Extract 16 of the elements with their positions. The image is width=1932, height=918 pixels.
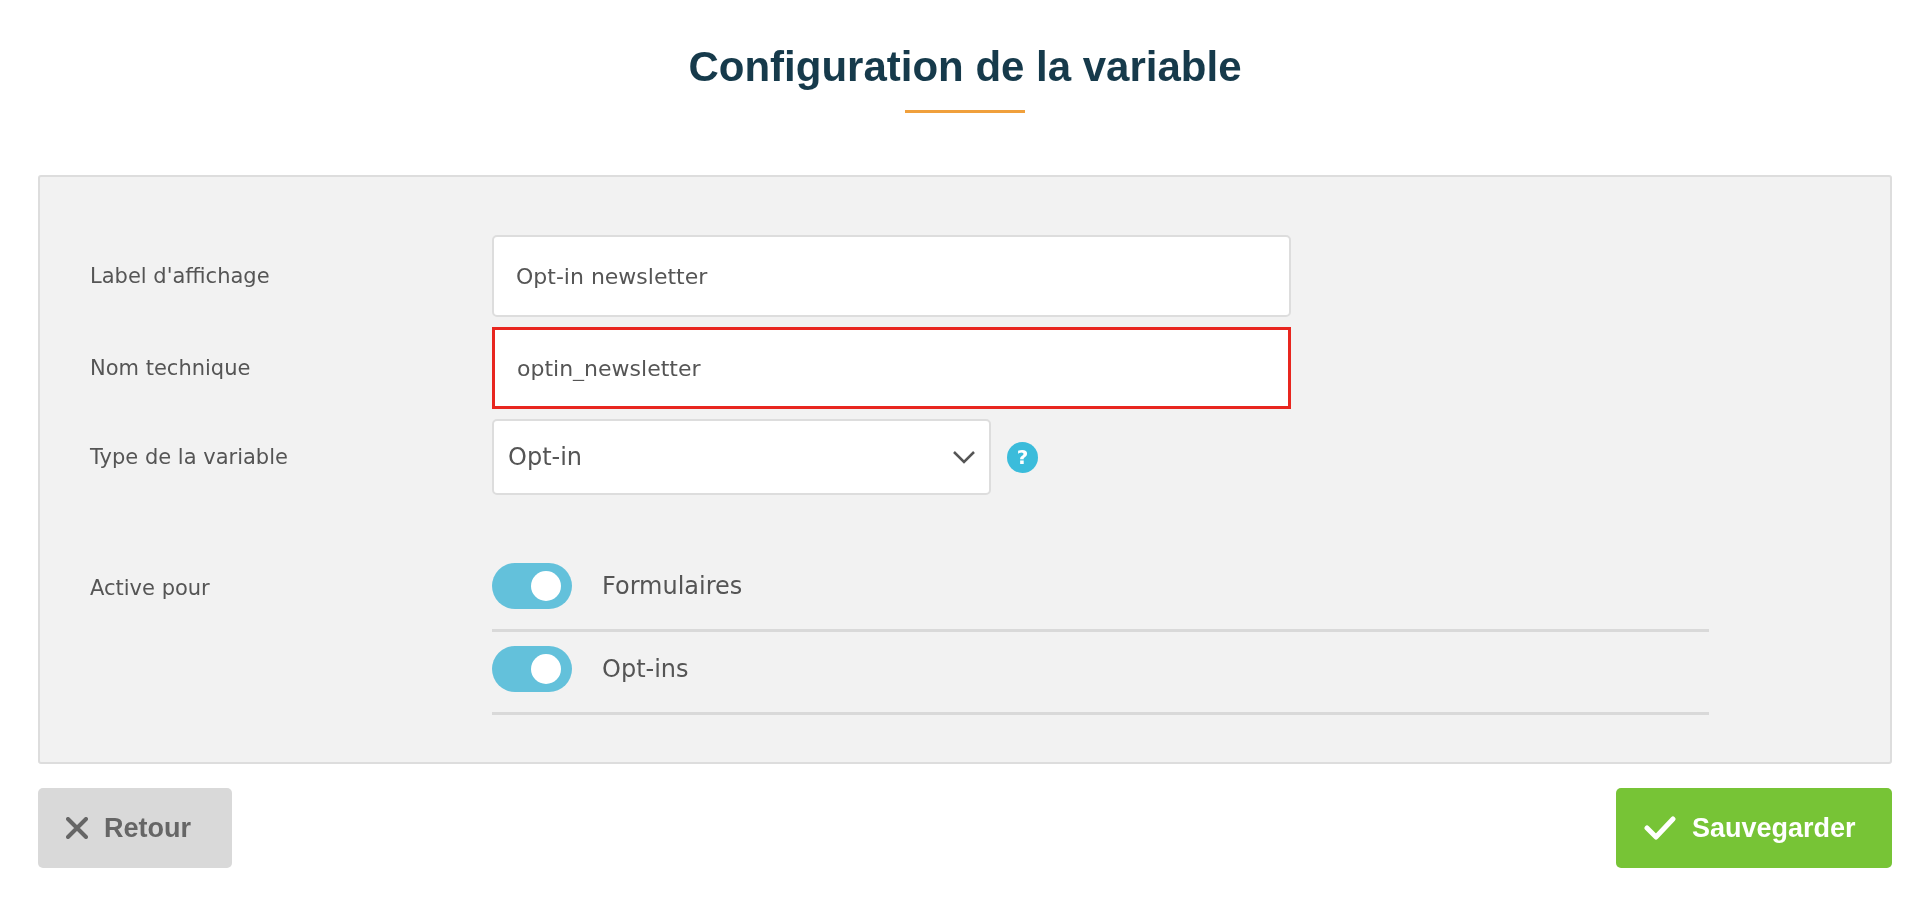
input-field[interactable]: Opt-in newsletter (492, 235, 1291, 318)
toggle-switch[interactable] (492, 646, 572, 693)
chevron-down-icon (953, 450, 975, 464)
field-label: Label d'affichage (90, 262, 271, 290)
field-label: Nom technique (90, 354, 252, 382)
toggle-label: Opt-ins (602, 654, 689, 686)
type-select[interactable]: Opt-in (492, 419, 991, 496)
page-title: Configuration de la variable (687, 42, 1243, 92)
toggle-switch[interactable] (492, 563, 572, 610)
checkmark-icon (1644, 816, 1676, 841)
back-button[interactable]: Retour (38, 788, 232, 869)
field-label: Type de la variable (90, 443, 289, 471)
toggle-label: Formulaires (602, 571, 743, 603)
input-field[interactable]: optin_newsletter (492, 327, 1291, 410)
close-icon (66, 817, 88, 840)
field-label: Active pour (90, 575, 211, 603)
